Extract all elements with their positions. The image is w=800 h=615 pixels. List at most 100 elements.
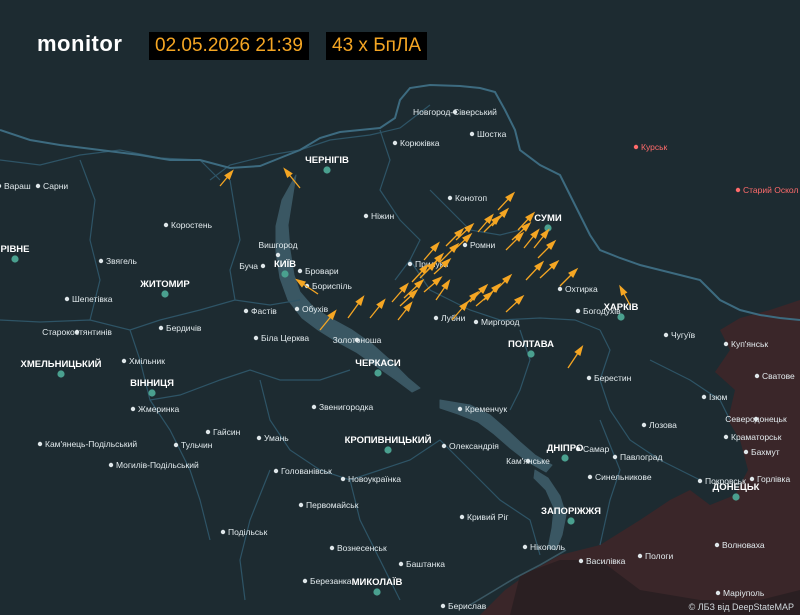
city-label: Коростень	[171, 220, 213, 230]
city-label: Шепетівка	[72, 294, 113, 304]
city-marker: Баштанка	[398, 559, 445, 569]
city-label: Березанка	[310, 576, 352, 586]
city-marker: Березанка	[302, 576, 352, 586]
city-dot	[732, 493, 740, 501]
city-label: Тульчин	[181, 440, 213, 450]
city-dot	[754, 373, 760, 379]
city-dot	[617, 313, 625, 321]
city-dot	[578, 558, 584, 564]
city-marker: Миргород	[473, 317, 519, 327]
city-label: Покровськ	[705, 476, 746, 486]
map-view[interactable]: Новгород-Сіверський Шостка Корюківка ЧЕРНІГ…	[0, 0, 800, 615]
city-marker: Нікополь	[522, 542, 566, 552]
city-marker: Шепетівка	[64, 294, 113, 304]
city-dot	[527, 350, 535, 358]
city-dot	[256, 435, 262, 441]
city-label: Горлівка	[757, 474, 790, 484]
city-marker: Вознесенськ	[329, 543, 387, 553]
city-dot	[567, 517, 575, 525]
city-dot	[587, 474, 593, 480]
city-label: ЧЕРНІГІВ	[305, 155, 349, 166]
city-label: Самар	[583, 444, 610, 454]
city-label: Баштанка	[406, 559, 445, 569]
city-label: Маріуполь	[723, 588, 765, 598]
city-dot	[298, 502, 304, 508]
city-marker: Подільськ	[220, 527, 268, 537]
city-marker: Новгород-Сіверський	[413, 107, 497, 117]
city-marker: Коростень	[163, 220, 213, 230]
city-label: Старокостянтинів	[42, 327, 112, 337]
city-label: Конотоп	[455, 193, 487, 203]
city-label: Кам'янець-Подільський	[45, 439, 137, 449]
city-label: Обухів	[302, 304, 329, 314]
city-dot	[329, 545, 335, 551]
city-dot	[441, 443, 447, 449]
city-dot	[398, 561, 404, 567]
city-label: Краматорськ	[731, 432, 782, 442]
city-label: Синельникове	[595, 472, 652, 482]
city-dot	[64, 296, 70, 302]
city-dot	[557, 286, 563, 292]
city-label: Вознесенськ	[337, 543, 387, 553]
city-dot	[158, 325, 164, 331]
city-marker: Берестин	[586, 373, 632, 383]
city-label: Могилів-Подільський	[116, 460, 199, 470]
city-label: СУМИ	[534, 213, 562, 224]
city-label: Хмільник	[129, 356, 165, 366]
city-label: ЧЕРКАСИ	[355, 358, 401, 369]
city-dot	[294, 306, 300, 312]
city-label: Северодонецьк	[725, 414, 787, 424]
city-dot	[253, 335, 259, 341]
city-dot	[749, 476, 755, 482]
city-marker: Берислав	[440, 601, 487, 611]
city-dot	[612, 454, 618, 460]
city-dot	[35, 183, 41, 189]
city-label: РІВНЕ	[0, 244, 29, 255]
city-label: Василівка	[586, 556, 626, 566]
city-label: Миргород	[481, 317, 519, 327]
city-label: Кривий Ріг	[467, 512, 508, 522]
city-label: Куп'янськ	[731, 339, 768, 349]
city-dot	[392, 140, 398, 146]
city-dot	[11, 255, 19, 263]
city-marker: Золотоноша	[333, 335, 382, 345]
city-label: Кременчук	[465, 404, 507, 414]
city-marker: Василівка	[578, 556, 626, 566]
city-label: Умань	[264, 433, 289, 443]
city-marker: Хмільник	[121, 356, 165, 366]
city-dot	[205, 429, 211, 435]
city-label: Берислав	[448, 601, 487, 611]
city-label: МИКОЛАЇВ	[352, 577, 403, 588]
city-dot	[161, 290, 169, 298]
city-dot	[407, 261, 413, 267]
city-label: Пологи	[645, 551, 674, 561]
drone-count-badge: 43 х БпЛА	[326, 32, 428, 60]
map-attribution[interactable]: © ЛБЗ від DeepStateMAP	[689, 602, 794, 612]
city-marker: Покровськ	[697, 476, 746, 486]
city-marker: Звенигородка	[311, 402, 373, 412]
city-marker: Синельникове	[587, 472, 652, 482]
city-dot	[98, 258, 104, 264]
city-dot	[697, 478, 703, 484]
city-dot	[148, 389, 156, 397]
city-dot	[663, 332, 669, 338]
city-dot	[633, 144, 639, 150]
city-marker: Кам'янець-Подільський	[37, 439, 137, 449]
city-label: Буча	[239, 261, 258, 271]
city-dot	[459, 514, 465, 520]
city-marker: Вараш	[0, 181, 31, 191]
city-dot	[273, 468, 279, 474]
city-label: Ізюм	[709, 392, 728, 402]
city-dot	[473, 319, 479, 325]
city-dot	[735, 187, 741, 193]
city-marker: Первомайськ	[298, 500, 359, 510]
city-dot	[522, 544, 528, 550]
city-marker: Маріуполь	[715, 588, 765, 598]
city-dot	[701, 394, 707, 400]
map-canvas[interactable]: Новгород-Сіверський Шостка Корюківка ЧЕРНІГ…	[0, 0, 800, 615]
city-dot	[275, 252, 281, 258]
brand-logo: monitor	[37, 31, 123, 56]
city-label: КРОПИВНИЦЬКИЙ	[345, 434, 432, 446]
city-marker: Могилів-Подільський	[108, 460, 199, 470]
city-marker: Олександрія	[441, 441, 499, 451]
